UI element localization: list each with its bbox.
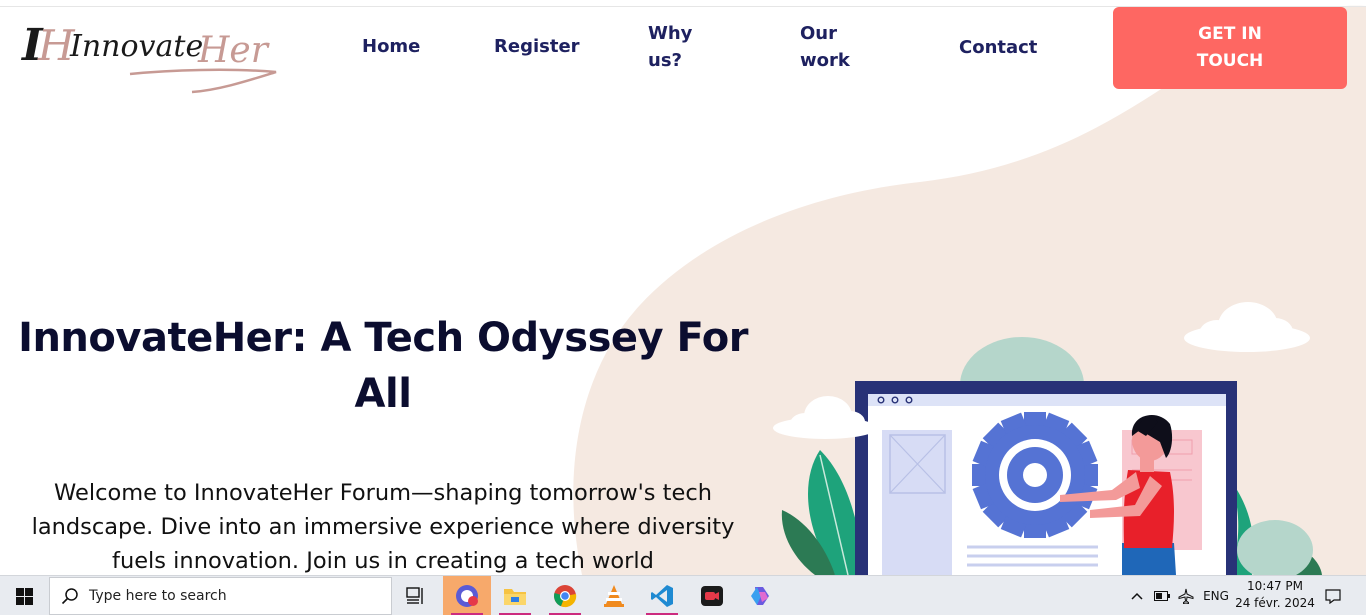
innovateher-logo[interactable]: I H Innovate Her: [20, 8, 282, 98]
nav-why-us-link[interactable]: Why us?: [648, 20, 708, 74]
hero-description: Welcome to InnovateHer Forum—shaping tom…: [31, 480, 735, 574]
clock-date: 24 févr. 2024: [1235, 596, 1315, 610]
hero-title: InnovateHer: A Tech Odyssey For All: [18, 315, 748, 417]
gamebar-icon: [456, 585, 478, 607]
taskbar-clock[interactable]: 10:47 PM 24 févr. 2024: [1232, 578, 1318, 614]
taskbar-search-box[interactable]: Type here to search: [49, 577, 392, 615]
get-in-touch-button[interactable]: GET IN TOUCH: [1113, 7, 1347, 89]
task-view-icon: [406, 587, 423, 604]
gear-icon: [972, 412, 1098, 538]
clock-time: 10:47 PM: [1247, 579, 1303, 593]
taskbar-app-vscode[interactable]: [638, 576, 686, 615]
battery-icon: [1154, 591, 1170, 601]
nav-home-link[interactable]: Home: [362, 33, 420, 60]
notification-icon: [1325, 588, 1341, 604]
windows-taskbar: Type here to search ENG 10:47 PM 24 févr…: [0, 575, 1366, 615]
notifications-button[interactable]: [1318, 576, 1348, 615]
hero-illustration: [773, 302, 1322, 575]
cloud-icon: [1184, 302, 1310, 352]
search-icon: [61, 588, 78, 605]
vlc-icon: [604, 585, 624, 607]
task-view-button[interactable]: [392, 576, 440, 615]
vscode-icon: [651, 585, 673, 607]
webpage: I H Innovate Her Home Register Why us? O…: [0, 0, 1366, 575]
taskbar-app-file-explorer[interactable]: [491, 576, 539, 615]
taskbar-app-gamebar[interactable]: [443, 576, 491, 615]
file-explorer-icon: [504, 589, 526, 605]
network-status[interactable]: [1174, 576, 1198, 615]
logo-word-her: Her: [197, 30, 270, 71]
airplane-mode-icon: [1178, 588, 1194, 604]
nav-our-work-link[interactable]: Our work: [800, 20, 860, 74]
screen-recorder-icon: [701, 586, 723, 606]
search-placeholder: Type here to search: [89, 588, 227, 604]
chevron-up-icon: [1131, 592, 1143, 600]
nav-register-link[interactable]: Register: [494, 33, 580, 60]
taskbar-app-copilot[interactable]: [736, 576, 784, 615]
copilot-icon: [751, 587, 769, 605]
windows-logo-icon: [15, 587, 33, 605]
taskbar-app-screen-recorder[interactable]: [688, 576, 736, 615]
show-hidden-icons-button[interactable]: [1126, 576, 1148, 615]
battery-status[interactable]: [1150, 576, 1174, 615]
chrome-icon: [554, 585, 577, 608]
nav-contact-link[interactable]: Contact: [959, 34, 1037, 61]
taskbar-app-vlc[interactable]: [590, 576, 638, 615]
start-button[interactable]: [0, 576, 48, 615]
logo-word-innovate: Innovate: [69, 29, 203, 64]
taskbar-app-chrome[interactable]: [541, 576, 589, 615]
language-indicator[interactable]: ENG: [1200, 576, 1232, 615]
